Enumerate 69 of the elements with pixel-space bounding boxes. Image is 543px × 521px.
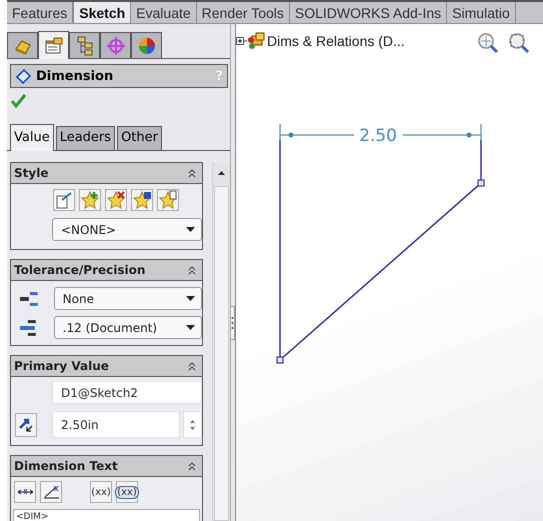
- dimension-value-field[interactable]: 2.50in: [52, 411, 180, 438]
- property-tab[interactable]: Other: [117, 126, 162, 150]
- panel-tab[interactable]: [69, 32, 100, 58]
- star-document-icon: [158, 190, 178, 210]
- tree-item-label[interactable]: Dims & Relations (D...: [267, 33, 405, 49]
- property-title: Dimension: [36, 68, 114, 84]
- zoom-to-area-icon[interactable]: [508, 32, 529, 53]
- property-tab[interactable]: Value: [10, 124, 54, 151]
- grip-icon: [231, 316, 234, 330]
- text-format-button[interactable]: (xx): [90, 481, 112, 503]
- scrollbar[interactable]: [212, 162, 230, 521]
- panel-tab[interactable]: [100, 32, 131, 58]
- zoom-to-fit-icon[interactable]: [477, 32, 498, 53]
- relations-icon: [247, 32, 265, 50]
- spin-buttons[interactable]: [183, 411, 202, 438]
- group-title: Tolerance/Precision: [14, 263, 146, 277]
- text-format-button[interactable]: [40, 481, 62, 503]
- ribbon-tab[interactable]: Render Tools: [196, 2, 290, 23]
- driving-dimension-button[interactable]: [15, 412, 37, 436]
- group-title: Dimension Text: [14, 459, 118, 473]
- star-delete-icon: [106, 190, 126, 210]
- panel-tab[interactable]: [131, 32, 162, 58]
- scroll-thumb[interactable]: [214, 186, 229, 521]
- style-button[interactable]: [104, 189, 126, 211]
- style-button[interactable]: [156, 189, 178, 211]
- crosshair-icon: [104, 34, 126, 56]
- style-button[interactable]: [52, 189, 74, 211]
- splitter-handle[interactable]: [231, 306, 235, 340]
- ribbon-tab[interactable]: SOLIDWORKS Add-Ins: [290, 2, 448, 23]
- style-dropdown[interactable]: <NONE>: [52, 218, 202, 241]
- dropdown-arrow-icon: [186, 325, 195, 330]
- property-sheet-icon: [42, 34, 64, 56]
- panel-tab[interactable]: [38, 31, 69, 59]
- precision-dropdown[interactable]: .12 (Document): [54, 316, 202, 339]
- dropdown-arrow-icon: [186, 227, 195, 232]
- group-header[interactable]: Style: [11, 163, 202, 184]
- scroll-up-icon[interactable]: [218, 171, 226, 175]
- property-tab[interactable]: Leaders: [56, 126, 116, 150]
- collapse-icon[interactable]: [188, 266, 196, 274]
- ribbon-tab[interactable]: Simulatio: [447, 2, 516, 23]
- collapse-icon[interactable]: [188, 362, 196, 370]
- group-title: Primary Value: [14, 359, 109, 373]
- ok-checkmark-icon[interactable]: [10, 92, 27, 109]
- star-save-icon: [132, 190, 152, 210]
- style-button[interactable]: [130, 189, 152, 211]
- collapse-icon[interactable]: [188, 462, 196, 470]
- spin-down-icon: [190, 426, 195, 430]
- ribbon-tab[interactable]: Evaluate: [131, 2, 197, 23]
- group-header[interactable]: Dimension Text: [11, 456, 202, 477]
- dimension-line[interactable]: [280, 124, 482, 140]
- ribbon-tab[interactable]: Sketch: [73, 2, 132, 23]
- document-arrow-icon: [54, 190, 74, 210]
- star-add-icon: [80, 190, 100, 210]
- dimension-icon: [15, 68, 32, 84]
- expand-icon: [236, 34, 247, 48]
- group-header[interactable]: Tolerance/Precision: [11, 260, 202, 281]
- angle-icon: [42, 484, 60, 500]
- panel-tab[interactable]: [7, 32, 38, 58]
- dimension-name-field[interactable]: D1@Sketch2: [52, 381, 202, 404]
- dropdown-arrow-icon: [186, 296, 195, 301]
- collapse-icon[interactable]: [188, 168, 196, 178]
- group-header[interactable]: Primary Value: [11, 356, 202, 377]
- dimension-text-field[interactable]: <DIM>: [13, 509, 200, 521]
- group-title: Style: [14, 166, 48, 180]
- text-format-button[interactable]: [14, 481, 36, 503]
- text-format-button[interactable]: (xx): [116, 481, 138, 503]
- spin-up-icon: [190, 420, 195, 422]
- style-button[interactable]: [78, 189, 100, 211]
- tolerance-dropdown[interactable]: None: [54, 287, 202, 310]
